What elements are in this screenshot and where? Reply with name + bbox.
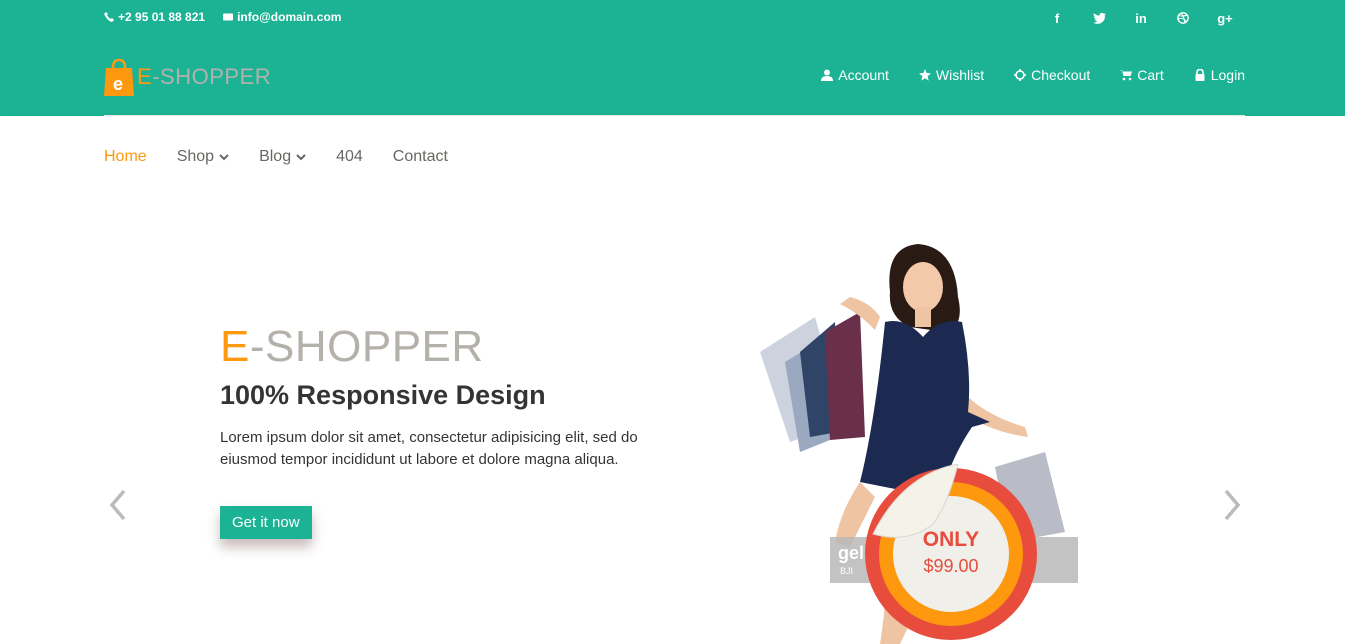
phone-icon — [104, 12, 114, 22]
checkout-link[interactable]: Checkout — [1014, 67, 1090, 83]
envelope-icon — [223, 13, 234, 21]
email-address: info@domain.com — [237, 10, 342, 24]
main-navbar: Home Shop Blog 404 Contact — [0, 116, 1345, 207]
promo-strip-text: gel — [838, 543, 865, 563]
cart-icon — [1120, 70, 1133, 81]
user-menu: Account Wishlist Checkout Cart Login — [821, 67, 1245, 83]
login-link[interactable]: Login — [1194, 67, 1245, 83]
lock-icon — [1195, 69, 1205, 81]
crosshair-icon — [1014, 69, 1027, 81]
twitter-icon[interactable] — [1089, 8, 1109, 28]
social-links: f in g+ — [1047, 8, 1235, 28]
google-plus-icon[interactable]: g+ — [1215, 8, 1235, 28]
star-icon — [918, 69, 931, 81]
email-contact[interactable]: info@domain.com — [223, 10, 341, 24]
cart-link[interactable]: Cart — [1120, 67, 1164, 83]
logo[interactable]: e E-SHOPPER — [104, 58, 271, 96]
facebook-icon[interactable]: f — [1047, 8, 1067, 28]
nav-contact[interactable]: Contact — [393, 148, 448, 166]
user-icon — [821, 69, 834, 81]
main-nav: Home Shop Blog 404 Contact — [104, 148, 448, 166]
nav-blog[interactable]: Blog — [259, 148, 306, 166]
slider-next-button[interactable] — [1220, 485, 1246, 525]
svg-text:e: e — [113, 74, 123, 94]
slider-prev-button[interactable] — [104, 485, 130, 525]
promo-strip-subtext: BJI — [840, 566, 854, 576]
wishlist-link[interactable]: Wishlist — [918, 67, 984, 83]
linkedin-icon[interactable]: in — [1131, 8, 1151, 28]
chevron-down-icon — [219, 154, 229, 161]
contact-info: +2 95 01 88 821 info@domain.com — [104, 10, 341, 24]
nav-home[interactable]: Home — [104, 148, 147, 166]
slide-brand: E-SHOPPER — [220, 322, 484, 371]
get-it-now-button[interactable]: Get it now — [220, 506, 312, 539]
nav-shop[interactable]: Shop — [177, 148, 229, 166]
slide-headline: 100% Responsive Design — [220, 380, 546, 410]
top-header: +2 95 01 88 821 info@domain.com f in g+ … — [0, 0, 1345, 116]
hero-slider: E-SHOPPER 100% Responsive Design Lorem i… — [0, 207, 1345, 644]
phone-number: +2 95 01 88 821 — [118, 10, 206, 24]
chevron-left-icon — [109, 489, 126, 521]
badge-price: $99.00 — [923, 556, 979, 576]
logo-text: E-SHOPPER — [137, 64, 272, 89]
nav-404[interactable]: 404 — [336, 148, 363, 166]
badge-only-label: ONLY — [922, 528, 980, 551]
chevron-right-icon — [1224, 489, 1241, 521]
dribbble-icon[interactable] — [1173, 8, 1193, 28]
slide-text: E-SHOPPER 100% Responsive Design Lorem i… — [220, 322, 690, 539]
phone-contact[interactable]: +2 95 01 88 821 — [104, 10, 205, 24]
account-link[interactable]: Account — [821, 67, 889, 83]
price-badge: ONLY $99.00 — [865, 464, 1037, 640]
shopping-bag-logo-icon: e — [104, 58, 134, 96]
slide-description: Lorem ipsum dolor sit amet, consectetur … — [220, 429, 638, 468]
chevron-down-icon — [296, 154, 306, 161]
